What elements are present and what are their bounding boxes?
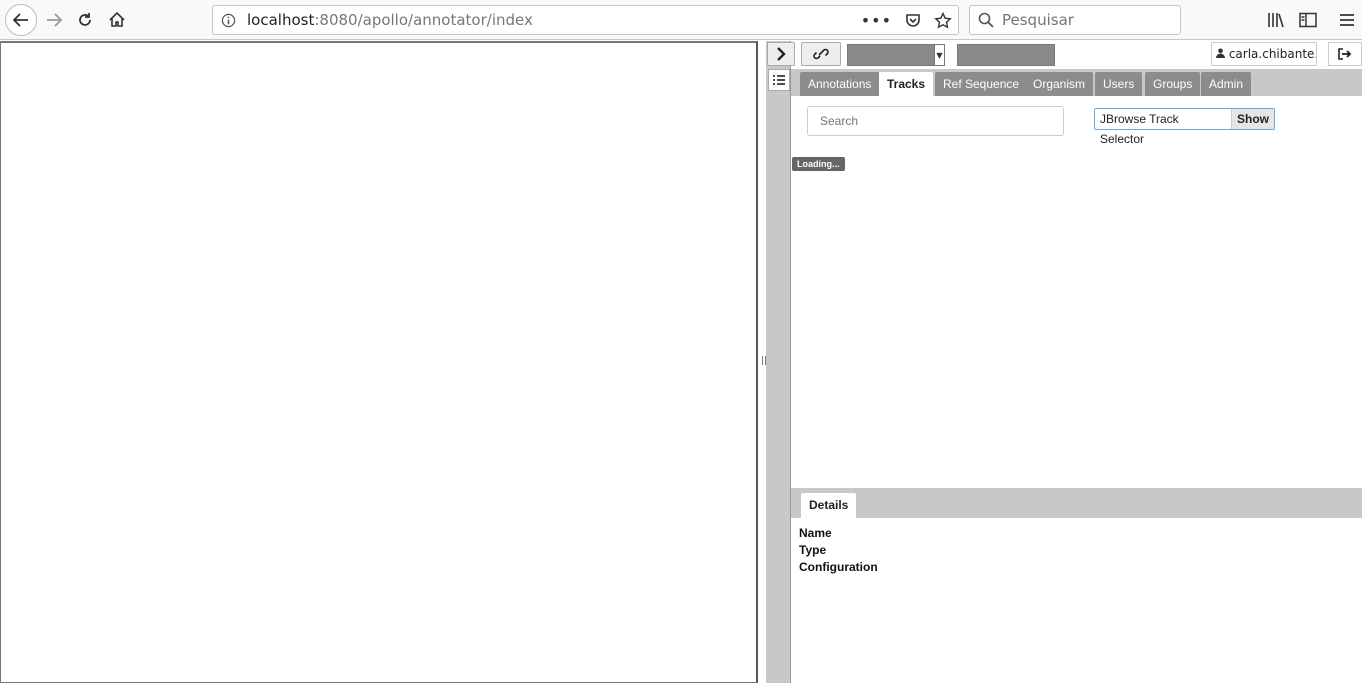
reload-button[interactable] — [71, 6, 99, 34]
browser-search-input[interactable] — [1000, 10, 1175, 30]
list-icon — [773, 75, 785, 85]
search-icon — [978, 12, 994, 28]
details-field-type: Type — [799, 543, 827, 557]
details-field-configuration: Configuration — [799, 560, 878, 574]
loading-indicator: Loading... — [792, 157, 845, 171]
arrow-right-icon — [47, 13, 63, 27]
url-host: localhost — [247, 11, 315, 29]
reload-icon — [79, 13, 91, 26]
sidebar-icon[interactable] — [1298, 10, 1318, 30]
url-path: :8080/apollo/annotator/index — [314, 11, 533, 29]
main-tab-bar: Annotations Tracks Ref Sequence Organism… — [791, 69, 1362, 96]
track-selector-label: JBrowse Track Selector — [1100, 112, 1179, 146]
pocket-icon[interactable] — [904, 12, 922, 30]
browser-search-bar[interactable] — [969, 5, 1181, 35]
browser-toolbar: localhost:8080/apollo/annotator/index ••… — [0, 0, 1362, 40]
genome-browser-panel[interactable] — [0, 41, 758, 683]
user-name: carla.chibante... — [1228, 47, 1317, 61]
url-bar[interactable]: localhost:8080/apollo/annotator/index ••… — [212, 5, 959, 35]
logout-icon — [1338, 48, 1352, 60]
tab-admin[interactable]: Admin — [1201, 72, 1252, 96]
library-icon[interactable] — [1266, 10, 1286, 30]
tab-organism[interactable]: Organism — [1025, 72, 1094, 96]
back-button[interactable] — [5, 4, 37, 36]
logout-button[interactable] — [1328, 42, 1362, 66]
home-button[interactable] — [103, 6, 131, 34]
user-button[interactable]: carla.chibante... — [1211, 42, 1317, 66]
sequence-select[interactable] — [957, 44, 1055, 66]
track-list-toggle-button[interactable] — [768, 69, 790, 91]
menu-icon[interactable] — [1337, 10, 1357, 30]
forward-button[interactable] — [40, 6, 68, 34]
bookmark-star-icon[interactable] — [934, 11, 952, 30]
show-button[interactable]: Show — [1231, 109, 1274, 129]
track-search-input[interactable] — [807, 106, 1064, 136]
side-strip — [766, 41, 791, 683]
tab-groups[interactable]: Groups — [1145, 72, 1201, 96]
arrow-left-icon — [12, 13, 28, 27]
tab-tracks[interactable]: Tracks — [879, 72, 934, 96]
jbrowse-track-selector[interactable]: JBrowse Track Selector Show — [1094, 108, 1275, 146]
tab-details[interactable]: Details — [801, 493, 857, 518]
chevron-down-icon[interactable]: ▼ — [934, 45, 944, 65]
annotator-topbar: ▼ carla.chibante... — [767, 41, 1362, 69]
chevron-right-icon — [777, 47, 786, 61]
link-icon — [813, 48, 829, 60]
tab-ref-sequence[interactable]: Ref Sequence — [935, 72, 1028, 96]
organism-select[interactable]: ▼ — [847, 44, 945, 66]
annotator-panel: ▼ carla.chibante... Annotations Tracks R… — [767, 41, 1362, 683]
collapse-panel-button[interactable] — [767, 42, 795, 66]
url-text[interactable]: localhost:8080/apollo/annotator/index — [247, 11, 533, 29]
tracks-panel: JBrowse Track Selector Show Loading... — [791, 96, 1362, 488]
apollo-page: || ▼ carla.chibante... Annotations Track… — [0, 41, 1362, 683]
tab-annotations[interactable]: Annotations — [800, 72, 880, 96]
details-tab-bar: Details — [791, 488, 1362, 518]
page-actions-icon[interactable]: ••• — [861, 11, 892, 30]
details-panel: Name Type Configuration — [791, 518, 1362, 683]
tab-users[interactable]: Users — [1095, 72, 1143, 96]
home-icon — [109, 11, 125, 27]
info-icon[interactable] — [221, 13, 236, 28]
details-field-name: Name — [799, 526, 832, 540]
link-button[interactable] — [801, 42, 841, 66]
user-icon — [1216, 48, 1225, 58]
